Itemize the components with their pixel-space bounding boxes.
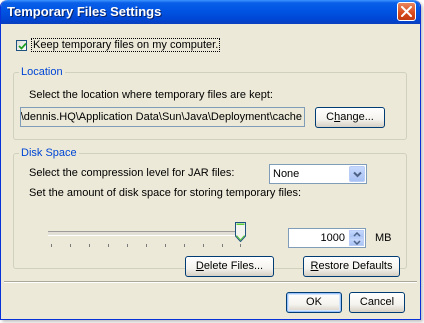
disk-space-legend: Disk Space	[19, 147, 79, 160]
spinner-up-button[interactable]	[349, 230, 364, 238]
window-title: Temporary Files Settings	[7, 4, 162, 19]
dropdown-button[interactable]	[349, 166, 365, 182]
compression-value: None	[273, 168, 300, 180]
location-group: Location	[13, 66, 407, 140]
chevron-down-icon	[353, 171, 362, 178]
keep-files-label[interactable]: Keep temporary files on my computer.	[31, 38, 221, 52]
location-legend: Location	[19, 66, 65, 79]
delete-files-button[interactable]: Delete Files...	[185, 256, 274, 277]
compression-select[interactable]: None	[269, 164, 367, 184]
chevron-down-icon	[353, 240, 361, 245]
slider-ticks	[51, 244, 241, 248]
disk-space-slider-thumb[interactable]	[235, 222, 246, 242]
checkmark-icon	[18, 42, 27, 50]
keep-files-option[interactable]: Keep temporary files on my computer.	[16, 38, 221, 52]
change-button[interactable]: Change...	[315, 107, 385, 128]
disk-space-spinner[interactable]: 1000	[288, 228, 366, 248]
title-bar[interactable]: Temporary Files Settings	[1, 0, 420, 24]
disk-space-value: 1000	[320, 232, 345, 244]
button-separator	[4, 281, 417, 283]
disk-space-slider-track[interactable]	[48, 231, 244, 236]
cache-path-value: ngs\dennis.HQ\Application Data\Sun\Java\…	[20, 111, 302, 123]
spinner-down-button[interactable]	[349, 238, 364, 246]
restore-defaults-button[interactable]: Restore Defaults	[303, 256, 400, 277]
keep-files-checkbox[interactable]	[16, 39, 27, 51]
cache-path-field[interactable]: ngs\dennis.HQ\Application Data\Sun\Java\…	[20, 107, 305, 127]
disk-space-unit: MB	[375, 232, 392, 244]
dialog-body: Keep temporary files on my computer. Loc…	[4, 24, 417, 316]
compression-label: Select the compression level for JAR fil…	[29, 167, 235, 179]
close-button[interactable]	[397, 2, 416, 21]
close-icon	[401, 6, 412, 17]
cancel-button[interactable]: Cancel	[349, 292, 405, 313]
disk-space-label: Set the amount of disk space for storing…	[29, 187, 302, 199]
ok-button[interactable]: OK	[286, 292, 342, 313]
chevron-up-icon	[353, 232, 361, 237]
location-instruction: Select the location where temporary file…	[29, 89, 273, 101]
settings-dialog: Temporary Files Settings Keep temporary …	[0, 0, 421, 320]
